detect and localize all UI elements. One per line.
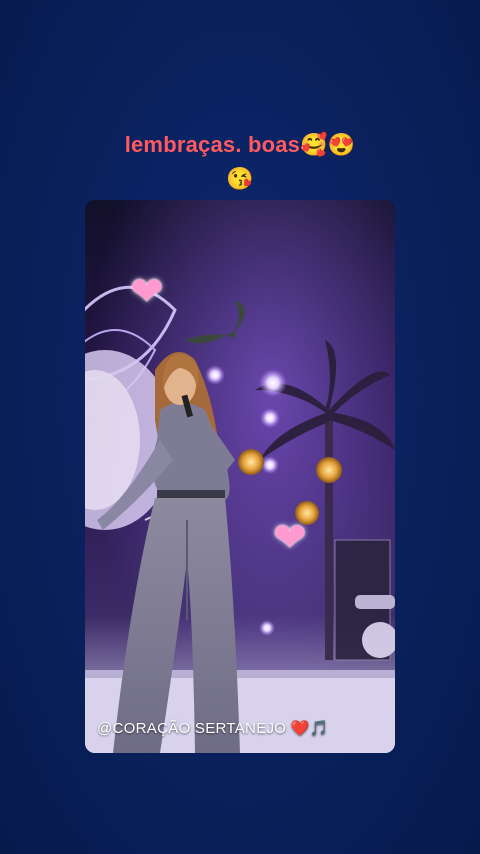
caption-line-2: 😘	[226, 166, 254, 191]
story-caption: lembraças. boas🥰😍 😘	[0, 128, 480, 196]
mention-tag[interactable]: @CORAÇÃO SERTANEJO ❤️🎵	[97, 719, 329, 737]
heart-sticker-top: ❤	[130, 269, 164, 315]
drum-kit	[334, 539, 395, 661]
caption-line-1: lembraças. boas🥰😍	[124, 132, 356, 157]
concert-video-frame[interactable]: ❤ ❤	[85, 200, 395, 753]
heart-sticker-bottom: ❤	[273, 515, 307, 561]
